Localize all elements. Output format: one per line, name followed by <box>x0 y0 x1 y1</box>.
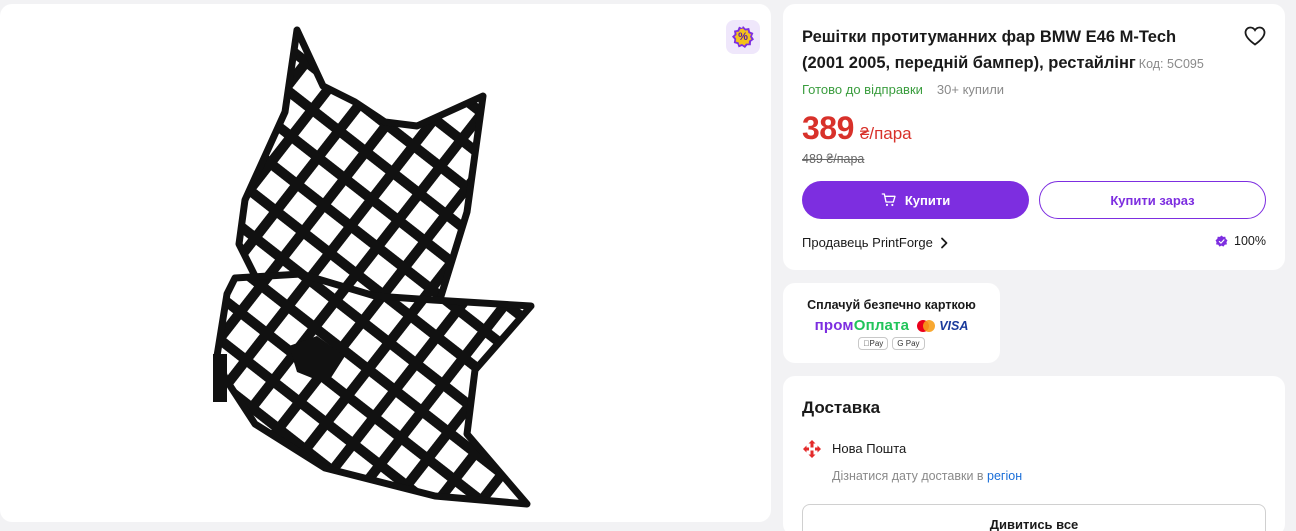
seller-rating: 100% <box>1215 234 1266 248</box>
product-info-card: Решітки протитуманних фар BMW E46 M-Tech… <box>783 4 1285 270</box>
prom-payment-logo: промОплата <box>815 317 910 334</box>
delivery-title: Доставка <box>802 398 881 417</box>
payment-brands: промОплата VISA <box>815 317 969 334</box>
wallet-logos: Pay G Pay <box>856 337 926 350</box>
badge-symbol: % <box>738 31 748 43</box>
availability-status: Готово до відправки <box>802 82 923 97</box>
buy-now-button[interactable]: Купити зараз <box>1039 181 1266 219</box>
availability-row: Готово до відправки 30+ купили <box>802 82 1004 97</box>
seller-link[interactable]: Продавець PrintForge <box>802 235 949 250</box>
product-title: Решітки протитуманних фар BMW E46 M-Tech… <box>802 24 1222 77</box>
heart-icon[interactable] <box>1243 24 1267 48</box>
see-all-label: Дивитись все <box>989 516 1079 531</box>
rating-value: 100% <box>1234 234 1266 248</box>
product-gallery: % <box>0 4 771 522</box>
delivery-card: Доставка Нова Пошта Дізнатися дату доста… <box>783 376 1285 531</box>
quality-badge-icon <box>1215 235 1228 247</box>
buy-button[interactable]: Купити <box>802 181 1029 219</box>
current-price: 389 ₴/пара <box>802 110 912 147</box>
mastercard-icon <box>917 319 936 332</box>
buy-now-button-label: Купити зараз <box>1110 192 1195 208</box>
product-title-text: Решітки протитуманних фар BMW E46 M-Tech… <box>802 28 1177 72</box>
price-value: 389 <box>802 110 854 146</box>
delivery-hint-text: Дізнатися дату доставки в <box>832 469 988 483</box>
prom-logo-part2: Оплата <box>853 317 910 334</box>
promo-badge[interactable]: % <box>726 20 760 54</box>
prom-logo-part1: пром <box>814 317 854 334</box>
payment-title: Сплачуй безпечно карткою <box>807 298 976 312</box>
apple-pay-logo: Pay <box>858 337 889 350</box>
chevron-right-icon <box>940 237 948 248</box>
bought-count: 30+ купили <box>936 82 1005 97</box>
payment-card: Сплачуй безпечно карткою промОплата VISA… <box>783 283 1000 363</box>
cart-icon <box>881 193 896 207</box>
seller-label: Продавець PrintForge <box>802 235 933 250</box>
price-unit: ₴/пара <box>859 124 912 143</box>
delivery-hint: Дізнатися дату доставки в регіон <box>832 469 1022 483</box>
apple-pay-label: Pay <box>866 339 883 348</box>
visa-logo: VISA <box>939 318 969 333</box>
product-code: Код: 5C095 <box>1138 57 1204 71</box>
see-all-delivery-button[interactable]: Дивитись все <box>802 504 1266 531</box>
nova-poshta-icon <box>803 440 821 458</box>
carrier-name: Нова Пошта <box>832 441 907 456</box>
product-image[interactable] <box>205 26 535 511</box>
old-price: 489 ₴/пара <box>802 152 865 166</box>
google-pay-logo: G Pay <box>892 337 925 350</box>
region-link[interactable]: регіон <box>987 469 1022 483</box>
buy-button-label: Купити <box>904 192 951 208</box>
